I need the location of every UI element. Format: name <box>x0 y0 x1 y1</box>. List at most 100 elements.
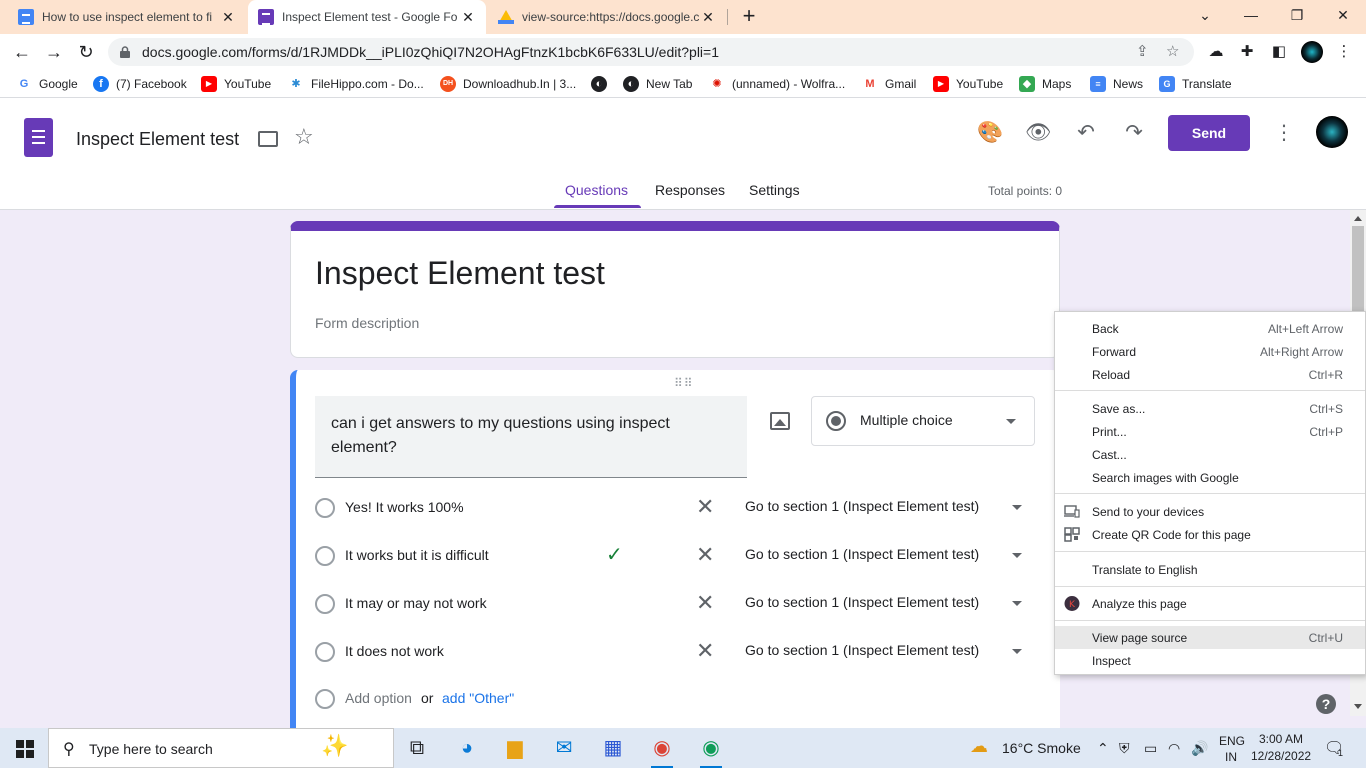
preview-eye-icon[interactable]: 👁 <box>1025 120 1052 146</box>
bookmark-new-tab[interactable]: ◐ New Tab <box>623 76 692 92</box>
option-row[interactable]: Yes! It works 100% ✕ Go to section 1 (In… <box>296 490 1060 526</box>
chrome-menu-icon[interactable]: ⋮ <box>1334 42 1354 62</box>
wifi-icon[interactable]: ◠ <box>1168 740 1180 757</box>
menu-item-inspect[interactable]: Inspect <box>1055 649 1365 672</box>
go-to-section-select[interactable]: Go to section 1 (Inspect Element test) <box>745 594 979 610</box>
option-row[interactable]: It may or may not work ✕ Go to section 1… <box>296 586 1060 622</box>
file-explorer-icon[interactable]: ▆ <box>500 734 530 762</box>
bookmark-facebook[interactable]: f (7) Facebook <box>93 76 187 92</box>
tab-inspect-element-test[interactable]: Inspect Element test - Google Fo ✕ <box>248 0 486 34</box>
battery-icon[interactable]: ▭ <box>1144 740 1157 757</box>
windows-start-icon[interactable] <box>16 740 34 758</box>
weather-icon[interactable]: ☁ <box>970 736 988 757</box>
tab-settings[interactable]: Settings <box>749 182 800 208</box>
question-card[interactable]: ⠿⠿ can i get answers to my questions usi… <box>290 370 1060 730</box>
document-title[interactable]: Inspect Element test <box>76 129 239 150</box>
menu-item-print[interactable]: Print... Ctrl+P <box>1055 420 1365 443</box>
language-indicator[interactable]: ENG <box>1219 734 1245 748</box>
menu-item-analyze-page[interactable]: K Analyze this page <box>1055 592 1365 615</box>
bookmark-google[interactable]: G Google <box>16 76 78 92</box>
close-tab-icon[interactable]: ✕ <box>220 9 236 26</box>
option-row[interactable]: It works but it is difficult ✓ ✕ Go to s… <box>296 538 1060 574</box>
tab-view-source[interactable]: view-source:https://docs.google.c ✕ <box>488 0 726 34</box>
maximize-icon[interactable]: ❐ <box>1274 3 1320 29</box>
menu-item-send-to-devices[interactable]: Send to your devices <box>1055 500 1365 523</box>
bookmark-translate[interactable]: G Translate <box>1159 76 1232 92</box>
back-arrow-icon[interactable]: ← <box>9 40 35 64</box>
add-other-link[interactable]: add "Other" <box>442 690 514 706</box>
add-image-icon[interactable] <box>770 412 790 430</box>
tab-search-chevron-icon[interactable]: ⌄ <box>1182 3 1228 29</box>
clock-time[interactable]: 3:00 AM <box>1259 732 1303 746</box>
bookmark-wolfram[interactable]: ✺ (unnamed) - Wolfra... <box>709 76 845 92</box>
tab-how-to-use-inspect[interactable]: How to use inspect element to fi ✕ <box>8 0 246 34</box>
menu-item-qr-code[interactable]: Create QR Code for this page <box>1055 523 1365 546</box>
address-bar[interactable]: docs.google.com/forms/d/1RJMDDk__iPLI0zQ… <box>108 38 1194 66</box>
bookmark-gmail[interactable]: M Gmail <box>862 76 916 92</box>
volume-icon[interactable]: 🔊 <box>1191 740 1208 757</box>
star-icon[interactable]: ☆ <box>294 124 314 150</box>
help-icon[interactable]: ? <box>1316 694 1336 714</box>
dropdown-caret-icon[interactable] <box>1012 505 1022 510</box>
menu-item-view-page-source[interactable]: View page source Ctrl+U <box>1055 626 1365 649</box>
share-icon[interactable]: ⇪ <box>1136 42 1149 60</box>
drag-handle-icon[interactable]: ⠿⠿ <box>674 376 694 390</box>
menu-item-save-as[interactable]: Save as... Ctrl+S <box>1055 397 1365 420</box>
menu-item-search-images[interactable]: Search images with Google <box>1055 466 1365 489</box>
extension-cloud-icon[interactable]: ☁ <box>1206 42 1226 62</box>
chrome-icon[interactable]: ◉ <box>647 734 677 768</box>
new-tab-button[interactable]: + <box>737 5 761 29</box>
menu-item-translate[interactable]: Translate to English <box>1055 558 1365 581</box>
weather-text[interactable]: 16°C Smoke <box>1002 740 1081 756</box>
form-description-field[interactable]: Form description <box>315 315 419 331</box>
scroll-up-arrow-icon[interactable] <box>1354 216 1362 221</box>
menu-item-cast[interactable]: Cast... <box>1055 443 1365 466</box>
task-view-icon[interactable]: ⧉ <box>402 734 432 762</box>
dropdown-caret-icon[interactable] <box>1012 601 1022 606</box>
go-to-section-select[interactable]: Go to section 1 (Inspect Element test) <box>745 498 979 514</box>
folder-icon[interactable] <box>258 131 278 147</box>
close-tab-icon[interactable]: ✕ <box>460 9 476 26</box>
go-to-section-select[interactable]: Go to section 1 (Inspect Element test) <box>745 546 979 562</box>
bookmark-maps[interactable]: ◆ Maps <box>1019 76 1071 92</box>
google-forms-logo-icon[interactable] <box>24 118 53 157</box>
security-shield-icon[interactable]: ⛨ <box>1119 740 1130 757</box>
option-row[interactable]: It does not work ✕ Go to section 1 (Insp… <box>296 634 1060 670</box>
remove-option-icon[interactable]: ✕ <box>696 590 714 616</box>
bookmark-news[interactable]: ≡ News <box>1090 76 1143 92</box>
dropdown-caret-icon[interactable] <box>1012 553 1022 558</box>
palette-icon[interactable]: 🎨 <box>977 120 1003 146</box>
clock-date[interactable]: 12/28/2022 <box>1251 749 1311 763</box>
bookmark-unnamed[interactable]: ◐ <box>591 76 614 92</box>
redo-icon[interactable]: ↷ <box>1121 120 1147 146</box>
forward-arrow-icon[interactable]: → <box>41 40 67 64</box>
tab-responses[interactable]: Responses <box>655 182 725 208</box>
add-option-link[interactable]: Add option <box>345 690 412 706</box>
bookmark-youtube[interactable]: ▶ YouTube <box>201 76 271 92</box>
option-label[interactable]: It may or may not work <box>345 595 487 611</box>
remove-option-icon[interactable]: ✕ <box>696 494 714 520</box>
close-tab-icon[interactable]: ✕ <box>700 9 716 26</box>
form-title-card[interactable]: Inspect Element test Form description <box>290 221 1060 358</box>
menu-item-reload[interactable]: Reload Ctrl+R <box>1055 363 1365 386</box>
close-window-icon[interactable]: ✕ <box>1320 3 1366 29</box>
menu-item-back[interactable]: Back Alt+Left Arrow <box>1055 317 1365 340</box>
form-title[interactable]: Inspect Element test <box>315 255 605 292</box>
remove-option-icon[interactable]: ✕ <box>696 638 714 664</box>
edge-icon[interactable]: ◕ <box>452 734 482 762</box>
scroll-down-arrow-icon[interactable] <box>1354 704 1362 709</box>
browser-profile-avatar[interactable] <box>1301 41 1323 63</box>
option-label[interactable]: Yes! It works 100% <box>345 499 464 515</box>
reload-icon[interactable]: ↻ <box>73 40 99 64</box>
bookmark-star-icon[interactable]: ☆ <box>1166 42 1179 60</box>
menu-item-forward[interactable]: Forward Alt+Right Arrow <box>1055 340 1365 363</box>
bookmark-filehippo[interactable]: ✱ FileHippo.com - Do... <box>288 76 423 92</box>
mail-icon[interactable]: ✉ <box>549 734 579 762</box>
dropdown-caret-icon[interactable] <box>1012 649 1022 654</box>
bookmark-youtube-2[interactable]: ▶ YouTube <box>933 76 1003 92</box>
more-options-icon[interactable]: ⋮ <box>1274 120 1294 146</box>
question-type-dropdown[interactable]: Multiple choice <box>811 396 1035 446</box>
microsoft-store-icon[interactable]: ▦ <box>598 734 628 762</box>
question-title-input[interactable]: can i get answers to my questions using … <box>315 396 747 478</box>
minimize-icon[interactable]: — <box>1228 3 1274 29</box>
